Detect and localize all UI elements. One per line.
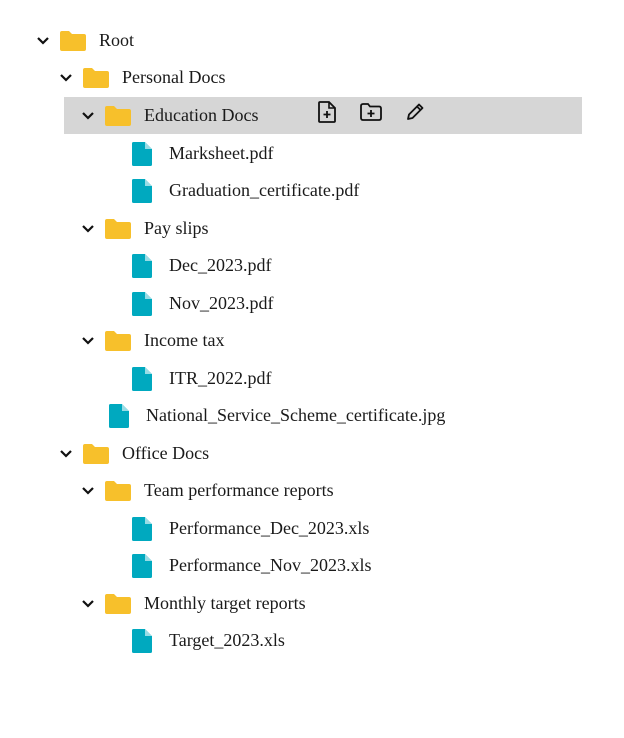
tree-node-file[interactable]: National_Service_Scheme_certificate.jpg [109,397,445,434]
folder-icon [83,443,109,464]
chevron-down-icon[interactable] [81,597,95,611]
folder-icon [105,330,131,351]
node-label: Graduation_certificate.pdf [169,180,360,200]
node-label: National_Service_Scheme_certificate.jpg [146,405,446,425]
folder-icon [83,67,109,88]
tree-node-file[interactable]: Dec_2023.pdf [132,247,271,284]
pencil-icon [405,102,425,127]
file-icon [132,628,152,653]
chevron-down-icon[interactable] [59,71,73,85]
tree-node-income-tax[interactable]: Income tax [81,322,224,359]
node-label: Marksheet.pdf [169,143,274,163]
chevron-down-icon[interactable] [81,484,95,498]
file-icon [132,178,152,203]
node-label: Nov_2023.pdf [169,293,274,313]
node-label: Pay slips [144,218,209,238]
add-file-button[interactable] [316,100,338,128]
file-icon [132,253,152,278]
tree-node-file[interactable]: Performance_Dec_2023.xls [132,510,369,547]
node-label: Performance_Dec_2023.xls [169,518,370,538]
node-label: Team performance reports [144,480,334,500]
tree-node-monthly-target-reports[interactable]: Monthly target reports [81,585,306,622]
tree-node-education-docs[interactable]: Education Docs [64,97,582,134]
node-label: Target_2023.xls [169,630,285,650]
tree-node-file[interactable]: Marksheet.pdf [132,135,273,172]
tree-node-team-performance-reports[interactable]: Team performance reports [81,472,334,509]
node-label: Education Docs [144,105,259,125]
tree-node-file[interactable]: ITR_2022.pdf [132,360,272,397]
chevron-down-icon[interactable] [81,222,95,236]
node-label: Income tax [144,330,225,350]
file-icon [132,366,152,391]
tree-node-root[interactable]: Root [36,22,134,59]
tree-node-pay-slips[interactable]: Pay slips [81,210,209,247]
file-icon [109,403,129,428]
tree-node-personal-docs[interactable]: Personal Docs [59,59,225,96]
rename-button[interactable] [404,103,426,125]
tree-node-file[interactable]: Performance_Nov_2023.xls [132,547,371,584]
chevron-down-icon[interactable] [36,34,50,48]
chevron-down-icon[interactable] [81,334,95,348]
tree-node-file[interactable]: Nov_2023.pdf [132,285,274,322]
folder-icon [105,593,131,614]
chevron-down-icon[interactable] [59,447,73,461]
file-icon [132,553,152,578]
node-label: Performance_Nov_2023.xls [169,555,372,575]
folder-icon [105,480,131,501]
file-icon [132,141,152,166]
tree-node-office-docs[interactable]: Office Docs [59,435,209,472]
node-label: Office Docs [122,443,210,463]
tree-node-file[interactable]: Graduation_certificate.pdf [132,172,359,209]
tree-node-file[interactable]: Target_2023.xls [132,622,285,659]
add-folder-icon [360,102,382,126]
node-actions [316,100,426,128]
add-file-icon [318,100,336,128]
node-label: Root [99,30,135,50]
chevron-down-icon[interactable] [81,109,95,123]
folder-icon [105,105,131,126]
node-label: Monthly target reports [144,593,306,613]
file-icon [132,291,152,316]
folder-icon [105,218,131,239]
file-icon [132,516,152,541]
node-label: Personal Docs [122,67,226,87]
folder-icon [60,30,86,51]
node-label: ITR_2022.pdf [169,368,272,388]
add-folder-button[interactable] [360,102,382,126]
node-label: Dec_2023.pdf [169,255,272,275]
